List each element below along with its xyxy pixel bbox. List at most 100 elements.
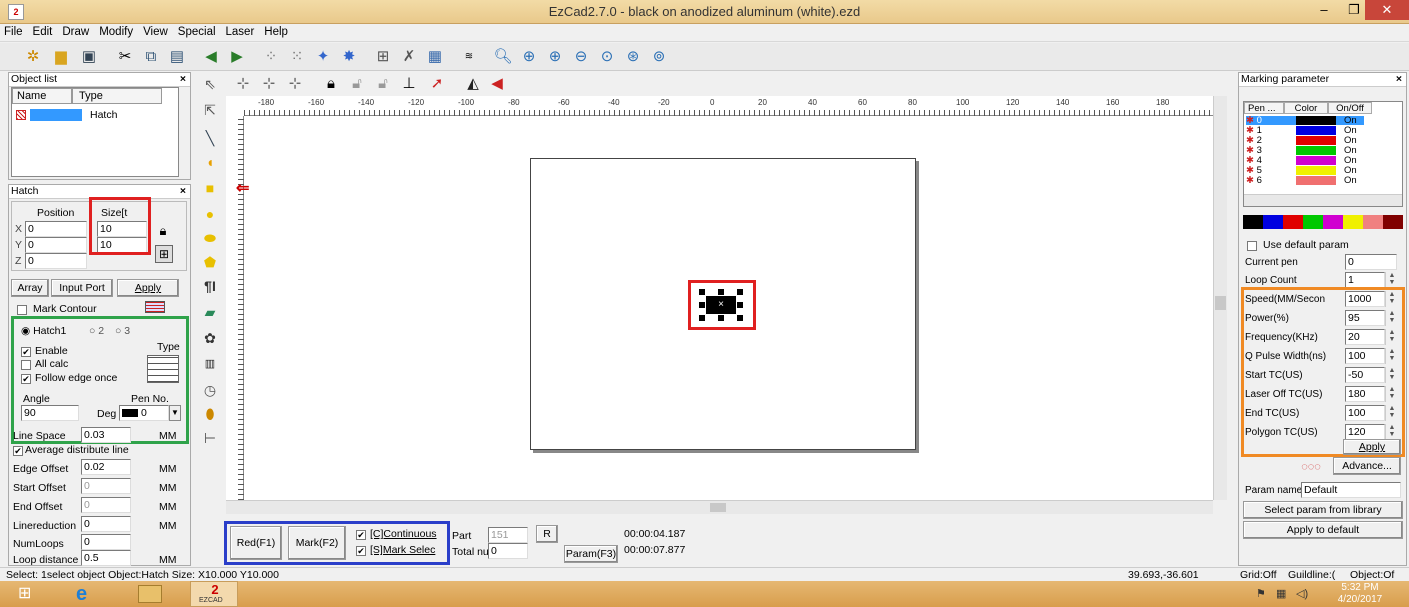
- q-pulse-width-spinner[interactable]: ▲ ▼: [1385, 348, 1398, 364]
- polygon-tool-icon[interactable]: ⬟: [200, 252, 220, 272]
- tray-flag-icon[interactable]: ⚑: [1256, 587, 1266, 600]
- menu-special[interactable]: Special: [174, 24, 222, 38]
- rectangle-tool-icon[interactable]: ■: [200, 178, 220, 198]
- grid-status[interactable]: Grid:Off: [1240, 569, 1277, 581]
- guideline-status[interactable]: Guildline:(: [1288, 569, 1335, 581]
- undo-icon[interactable]: ◀: [200, 46, 222, 68]
- hatch1-radio[interactable]: ◉ Hatch1: [21, 325, 66, 337]
- palette-swatch[interactable]: [1363, 215, 1383, 229]
- pen-list-scrollbar[interactable]: [1244, 194, 1402, 206]
- select-from-library-button[interactable]: Select param from library: [1243, 501, 1403, 519]
- part-count-input[interactable]: 151: [488, 527, 528, 543]
- node-tool-icon[interactable]: ⇱: [200, 100, 220, 120]
- q-pulse-width-input[interactable]: 100: [1345, 348, 1385, 364]
- hatch-tool-icon[interactable]: ⊞: [372, 46, 394, 68]
- column-name[interactable]: Name: [12, 88, 72, 104]
- unlock-icon[interactable]: 🔓︎: [346, 73, 368, 95]
- start-tc-spinner[interactable]: ▲ ▼: [1385, 367, 1398, 383]
- pen-number-select[interactable]: 0: [119, 405, 169, 421]
- laser-off-tc-input[interactable]: 180: [1345, 386, 1385, 402]
- linereduction-input[interactable]: 0: [81, 516, 131, 532]
- palette-swatch[interactable]: [1243, 215, 1263, 229]
- zoom-out-icon[interactable]: ⊖: [570, 46, 592, 68]
- open-folder-icon[interactable]: ▆: [50, 46, 72, 68]
- loop-count-spinner[interactable]: ▲ ▼: [1385, 272, 1398, 288]
- frequency-input[interactable]: 20: [1345, 329, 1385, 345]
- pen-row-5[interactable]: ✱ 5 On: [1246, 166, 1364, 176]
- file-explorer-icon[interactable]: [138, 585, 162, 603]
- mark-selected-checkbox[interactable]: ✔: [356, 546, 366, 556]
- bitmap-tool-icon[interactable]: ▰: [200, 302, 220, 322]
- selected-object-name[interactable]: [30, 109, 82, 121]
- extend-axis-tool-icon[interactable]: ⊢: [200, 428, 220, 448]
- line-space-input[interactable]: 0.03: [81, 427, 131, 443]
- wrench-icon[interactable]: ✗: [398, 46, 420, 68]
- mark-contour-checkbox[interactable]: [17, 305, 27, 315]
- frequency-spinner[interactable]: ▲ ▼: [1385, 329, 1398, 345]
- apply-position-button[interactable]: Apply: [117, 279, 179, 297]
- total-count-input[interactable]: 0: [488, 543, 528, 559]
- align-3-icon[interactable]: ⊹: [284, 73, 306, 95]
- grid-tool-icon[interactable]: ▦: [424, 46, 446, 68]
- apply-params-button[interactable]: Apply: [1343, 439, 1401, 455]
- column-onoff[interactable]: On/Off: [1328, 102, 1372, 114]
- column-color[interactable]: Color: [1284, 102, 1328, 114]
- param-button[interactable]: Param(F3): [564, 545, 618, 563]
- vertical-scrollbar[interactable]: [1213, 96, 1227, 500]
- end-offset-input[interactable]: 0: [81, 497, 131, 513]
- numloops-input[interactable]: 0: [81, 534, 131, 550]
- reset-count-button[interactable]: R: [536, 525, 558, 543]
- zoom-icon[interactable]: 🔍︎: [492, 46, 514, 68]
- input-port-button[interactable]: Input Port: [51, 279, 113, 297]
- palette-swatch[interactable]: [1343, 215, 1363, 229]
- pen-row-6[interactable]: ✱ 6 On: [1246, 176, 1364, 186]
- column-pen[interactable]: Pen ...: [1244, 102, 1284, 114]
- pen-row-4[interactable]: ✱ 4 On: [1246, 156, 1364, 166]
- mirror-h-icon[interactable]: ◭: [462, 73, 484, 95]
- pen-list[interactable]: Pen ... Color On/Off ✱ 0 On ✱ 1 On ✱ 2 On ✱…: [1243, 101, 1403, 207]
- copy-icon[interactable]: ⧉: [140, 46, 162, 68]
- z-position-input[interactable]: 0: [25, 253, 87, 269]
- close-icon[interactable]: ✕: [1365, 0, 1409, 20]
- all-calc-checkbox[interactable]: [21, 360, 31, 370]
- align-icon[interactable]: ⊹: [232, 73, 254, 95]
- align-2-icon[interactable]: ⊹: [258, 73, 280, 95]
- size-lock-icon[interactable]: 🔒︎: [155, 223, 171, 239]
- polygon-tc-input[interactable]: 120: [1345, 424, 1385, 440]
- clock-date[interactable]: 4/20/2017: [1330, 594, 1390, 605]
- text-tool-icon[interactable]: ¶I: [200, 276, 220, 296]
- end-tc-input[interactable]: 100: [1345, 405, 1385, 421]
- node-select-icon[interactable]: ⁙: [286, 46, 308, 68]
- continuous-checkbox[interactable]: ✔: [356, 530, 366, 540]
- vertical-scroll-thumb[interactable]: [1215, 296, 1226, 310]
- red-preview-button[interactable]: Red(F1): [230, 526, 282, 560]
- palette-swatch[interactable]: [1303, 215, 1323, 229]
- angle-input[interactable]: 90: [21, 405, 79, 421]
- current-pen-input[interactable]: 0: [1345, 254, 1397, 270]
- hatch3-radio[interactable]: ○ 3: [115, 325, 130, 337]
- laser-off-tc-spinner[interactable]: ▲ ▼: [1385, 386, 1398, 402]
- column-type[interactable]: Type: [72, 88, 162, 104]
- ezcad-taskbar-button[interactable]: 2 EZCAD: [190, 581, 238, 607]
- select-arrow-icon[interactable]: ➚: [426, 73, 448, 95]
- enable-checkbox[interactable]: ✔: [21, 347, 31, 357]
- redo-icon[interactable]: ▶: [226, 46, 248, 68]
- windows-start-icon[interactable]: ⊞: [18, 586, 38, 602]
- zoom-select-icon[interactable]: ⊚: [648, 46, 670, 68]
- lock-icon[interactable]: 🔒︎: [320, 73, 342, 95]
- apply-to-default-button[interactable]: Apply to default: [1243, 521, 1403, 539]
- menu-modify[interactable]: Modify: [95, 24, 139, 38]
- pen-row-1[interactable]: ✱ 1 On: [1246, 126, 1364, 136]
- close-marking-icon[interactable]: ×: [1396, 73, 1402, 85]
- speed-input[interactable]: 1000: [1345, 291, 1385, 307]
- mark-button[interactable]: Mark(F2): [288, 526, 346, 560]
- cut-icon[interactable]: ✂: [114, 46, 136, 68]
- pen-row-0[interactable]: ✱ 0 On: [1246, 116, 1364, 125]
- mirror-v-icon[interactable]: ◀: [486, 73, 508, 95]
- start-offset-input[interactable]: 0: [81, 478, 131, 494]
- horizontal-scrollbar[interactable]: [226, 500, 1213, 514]
- palette-swatch[interactable]: [1323, 215, 1343, 229]
- menu-help[interactable]: Help: [260, 24, 294, 38]
- ie-browser-icon[interactable]: e: [76, 583, 100, 605]
- zoom-fit-icon[interactable]: ⊙: [596, 46, 618, 68]
